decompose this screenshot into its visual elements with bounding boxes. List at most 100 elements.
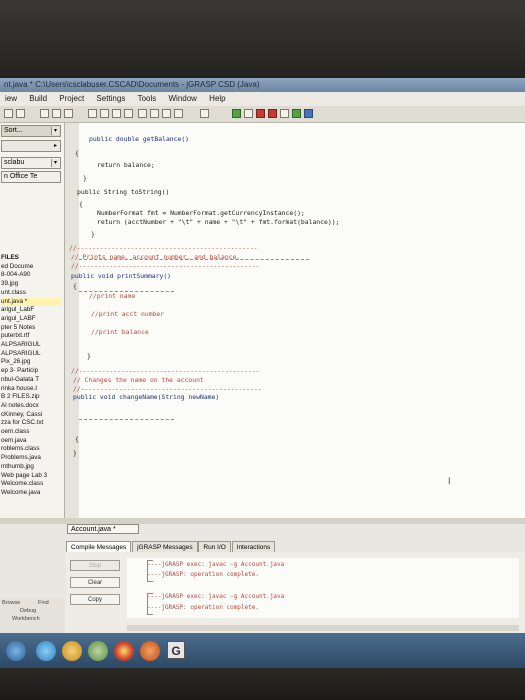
list-item[interactable]: oem.java — [1, 437, 62, 446]
list-item[interactable]: ed Docume — [1, 263, 62, 272]
document-icon[interactable] — [100, 109, 109, 118]
copy-icon[interactable] — [52, 109, 61, 118]
media-player-icon[interactable] — [88, 641, 108, 661]
list-item[interactable]: Welcome.class — [1, 480, 62, 489]
window-title: nt.java * C:\Users\csclabuser.CSCAD\Docu… — [0, 78, 525, 92]
taskbar: G — [0, 633, 525, 668]
list-item[interactable]: zza for CSC.txt — [1, 419, 62, 428]
internet-explorer-icon[interactable] — [36, 641, 56, 661]
list-item[interactable]: 8-004-A90 — [1, 271, 62, 280]
menu-settings[interactable]: Settings — [96, 94, 125, 103]
chrome-icon[interactable] — [114, 641, 134, 661]
start-icon[interactable] — [6, 641, 26, 661]
tab-account-java[interactable]: Account.java * — [67, 524, 139, 534]
filter-dropdown[interactable]: sclabu ▾ — [1, 157, 61, 169]
firefox-icon[interactable] — [140, 641, 160, 661]
folder-icon[interactable] — [200, 109, 209, 118]
message-line: ----jGRASP exec: javac -g Account.java — [147, 593, 285, 600]
comment-line: //print acct number — [91, 310, 165, 318]
message-line: ----jGRASP: operation complete. — [147, 604, 259, 611]
comment-line: //--------------------------------------… — [71, 262, 260, 270]
list-item[interactable]: B 2 FILES.zip — [1, 393, 62, 402]
arrow-right-icon: ▸ — [52, 142, 59, 150]
sort-dropdown[interactable]: Sort... ▾ — [1, 125, 61, 137]
cut-icon[interactable] — [40, 109, 49, 118]
menu-build[interactable]: Build — [29, 94, 47, 103]
list-item[interactable]: rinka house.I — [1, 385, 62, 394]
menu-tools[interactable]: Tools — [138, 94, 157, 103]
chevron-down-icon: ▾ — [51, 159, 59, 167]
save-icon[interactable] — [16, 109, 25, 118]
comment-line: //print name — [89, 292, 136, 300]
code-line: return balance; — [97, 161, 155, 169]
tab-find[interactable]: Find — [38, 600, 49, 606]
step-icon[interactable] — [280, 109, 289, 118]
list-item[interactable]: nbul-Galata T — [1, 376, 62, 385]
list-item[interactable]: unt.class — [1, 289, 62, 298]
text-cursor-icon: I — [448, 476, 451, 486]
code-line: NumberFormat fmt = NumberFormat.getCurre… — [97, 209, 305, 217]
comment-line: //--------------------------------------… — [71, 367, 260, 375]
undo-icon[interactable] — [88, 109, 97, 118]
code-editor[interactable]: public double getBalance() { return bala… — [65, 123, 525, 518]
list-item[interactable]: mthumb.jpg — [1, 463, 62, 472]
list-item[interactable]: ep 3- Particip — [1, 367, 62, 376]
list-item[interactable]: pter 5 Notes — [1, 324, 62, 333]
list-item[interactable]: Al notes.docx — [1, 402, 62, 411]
page2-icon[interactable] — [124, 109, 133, 118]
folder-field[interactable]: n Office Te — [1, 171, 61, 183]
list-item[interactable]: 39.jpg — [1, 280, 62, 289]
list-item[interactable]: ALPSARIGUL — [1, 341, 62, 350]
menu-window[interactable]: Window — [168, 94, 196, 103]
horizontal-scrollbar[interactable] — [127, 625, 519, 631]
page-icon[interactable] — [112, 109, 121, 118]
open-icon[interactable] — [4, 109, 13, 118]
divider — [79, 419, 174, 420]
menu-help[interactable]: Help — [209, 94, 225, 103]
list-item[interactable]: oem.class — [1, 428, 62, 437]
uml-icon[interactable] — [304, 109, 313, 118]
tab-browse[interactable]: Browse — [2, 600, 20, 606]
build-icon[interactable] — [162, 109, 171, 118]
compile-icon[interactable] — [138, 109, 147, 118]
menu-bar: iew Build Project Settings Tools Window … — [0, 92, 525, 106]
list-item[interactable]: ALPSARIGUL — [1, 350, 62, 359]
stop-button[interactable]: Stop — [70, 560, 120, 571]
message-output[interactable]: ----jGRASP exec: javac -g Account.java -… — [127, 558, 519, 618]
list-item[interactable]: Web page Lab 3 — [1, 472, 62, 481]
code-line: { — [79, 200, 83, 208]
file-explorer-icon[interactable] — [62, 641, 82, 661]
list-item[interactable]: Welcome.java — [1, 489, 62, 498]
code-line: { — [73, 282, 77, 290]
code-line: } — [73, 449, 77, 457]
jgrasp-icon[interactable]: G — [167, 641, 185, 659]
list-item[interactable]: arigul_LABF — [1, 315, 62, 324]
list-item[interactable]: roblems.class — [1, 445, 62, 454]
list-item[interactable]: Problems.java — [1, 454, 62, 463]
tab-debug[interactable]: Debug — [20, 608, 36, 614]
list-item[interactable]: cKinney, Cassi — [1, 411, 62, 420]
list-item[interactable]: arigul_LabF — [1, 306, 62, 315]
clear-button[interactable]: Clear — [70, 577, 120, 588]
stop-icon[interactable] — [268, 109, 277, 118]
copy-button[interactable]: Copy — [70, 594, 120, 605]
code-line: return (acctNumber + "\t" + name + "\t" … — [97, 218, 340, 226]
monitor-bezel-bottom — [0, 668, 525, 700]
list-item[interactable]: unt.java * — [1, 297, 62, 307]
message-line: ----jGRASP exec: javac -g Account.java — [147, 561, 285, 568]
nav-arrow-button[interactable]: ▸ — [1, 140, 61, 152]
paste-icon[interactable] — [64, 109, 73, 118]
menu-project[interactable]: Project — [59, 94, 84, 103]
code-line: { — [75, 149, 79, 157]
workbench-icon[interactable] — [292, 109, 301, 118]
run-icon[interactable] — [244, 109, 253, 118]
debug-icon[interactable] — [256, 109, 265, 118]
menu-view[interactable]: iew — [5, 94, 17, 103]
run-plus-icon[interactable] — [232, 109, 241, 118]
csd-icon[interactable] — [174, 109, 183, 118]
monitor-bezel-top — [0, 0, 525, 78]
list-item[interactable]: Pix_26.jpg — [1, 358, 62, 367]
tab-workbench[interactable]: Workbench — [12, 616, 40, 622]
list-item[interactable]: putertxt.rtf — [1, 332, 62, 341]
bookmark-icon[interactable] — [150, 109, 159, 118]
